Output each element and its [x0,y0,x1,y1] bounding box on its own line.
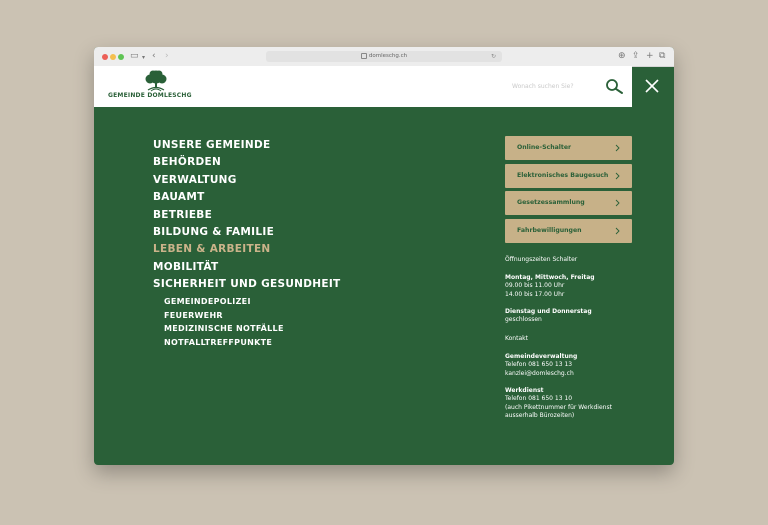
submenu-item-medizinische-notfaelle[interactable]: MEDIZINISCHE NOTFÄLLE [164,322,284,336]
works-note: ausserhalb Bürozeiten) [505,412,575,420]
submenu-item-notfalltreffpunkte[interactable]: NOTFALLTREFFPUNKTE [164,336,284,350]
menu-item-leben-arbeiten[interactable]: LEBEN & ARBEITEN [153,241,341,258]
closed-text: geschlossen [505,316,542,324]
hours-title: Öffnungszeiten Schalter [505,256,578,263]
time-afternoon: 14.00 bis 17.00 Uhr [505,290,565,298]
admin-title: Gemeindeverwaltung [505,353,578,360]
hours-closed: Dienstag und Donnerstag geschlossen [505,308,592,325]
elektronisches-baugesuch-button[interactable]: Elektronisches Baugesuch [505,163,632,188]
reload-icon[interactable]: ↻ [491,51,496,62]
works-title: Werkdienst [505,387,544,394]
quick-link-label: Fahrbewilligungen [517,226,582,234]
menu-item-betriebe[interactable]: BETRIEBE [153,207,341,224]
chevron-right-icon [615,199,620,207]
chevron-right-icon [615,172,620,179]
search-input[interactable]: Wonach suchen Sie? [512,83,574,90]
site-logo[interactable]: GEMEINDE DOMLESCHG [106,70,206,104]
quick-link-label: Elektronisches Baugesuch [517,171,609,179]
works-note: (auch Pikettnummer für Werkdienst [505,403,612,411]
submenu: GEMEINDEPOLIZEI FEUERWEHR MEDIZINISCHE N… [164,295,284,350]
menu-item-bauamt[interactable]: BAUAMT [153,189,341,206]
back-icon[interactable]: ‹ [152,50,156,62]
close-window-button[interactable] [102,54,108,60]
contact-title: Kontakt [505,335,528,342]
admin-contact: Gemeindeverwaltung Telefon 081 650 13 13… [505,353,577,378]
close-icon[interactable] [644,78,660,94]
address-bar[interactable]: domleschg.ch ↻ [266,51,502,62]
fahrbewilligungen-button[interactable]: Fahrbewilligungen [505,218,632,243]
lock-icon [360,52,367,59]
quick-link-label: Gesetzessammlung [517,199,585,206]
quick-links: Online-Schalter Elektronisches Baugesuch… [505,136,632,246]
chevron-right-icon [615,144,620,152]
admin-phone[interactable]: Telefon 081 650 13 13 [505,361,572,368]
quick-link-label: Online-Schalter [517,144,572,151]
tabs-overview-icon[interactable]: ⧉ [659,50,665,62]
gesetzessammlung-button[interactable]: Gesetzessammlung [505,191,632,215]
site-header: GEMEINDE DOMLESCHG Wonach suchen Sie? [94,66,632,107]
chevron-down-icon[interactable]: ▾ [142,52,145,64]
browser-window: ▭ ▾ ‹ › domleschg.ch ↻ ⊕ ⇪ + ⧉ GEMEINDE … [94,47,674,465]
chevron-right-icon [615,227,620,234]
forward-icon[interactable]: › [165,50,169,62]
submenu-item-feuerwehr[interactable]: FEUERWEHR [164,309,284,323]
main-menu: UNSERE GEMEINDE BEHÖRDEN VERWALTUNG BAUA… [153,137,341,294]
browser-toolbar: ▭ ▾ ‹ › domleschg.ch ↻ ⊕ ⇪ + ⧉ [94,47,674,67]
menu-item-behoerden[interactable]: BEHÖRDEN [153,154,341,171]
submenu-item-gemeindepolizei[interactable]: GEMEINDEPOLIZEI [164,295,284,309]
days-label: Dienstag und Donnerstag [505,308,592,315]
menu-item-unsere-gemeinde[interactable]: UNSERE GEMEINDE [153,137,341,154]
works-phone[interactable]: Telefon 081 650 13 10 [505,395,572,402]
menu-item-sicherheit-gesundheit[interactable]: SICHERHEIT UND GESUNDHEIT [153,276,341,293]
hours-weekdays: Montag, Mittwoch, Freitag 09.00 bis 11.0… [505,274,595,299]
menu-item-verwaltung[interactable]: VERWALTUNG [153,172,341,189]
time-morning: 09.00 bis 11.00 Uhr [505,282,565,290]
admin-email[interactable]: kanzlei@domleschg.ch [505,370,574,377]
days-label: Montag, Mittwoch, Freitag [505,274,595,281]
minimize-window-button[interactable] [110,54,116,60]
works-contact: Werkdienst Telefon 081 650 13 10 (auch P… [505,387,612,421]
share-icon[interactable]: ⇪ [632,50,640,62]
menu-item-bildung-familie[interactable]: BILDUNG & FAMILIE [153,224,341,241]
maximize-window-button[interactable] [118,54,124,60]
download-icon[interactable]: ⊕ [618,50,626,62]
tree-logo-icon [145,70,167,92]
address-url: domleschg.ch [368,53,408,59]
new-tab-icon[interactable]: + [646,50,654,62]
menu-item-mobilitaet[interactable]: MOBILITÄT [153,259,341,276]
online-schalter-button[interactable]: Online-Schalter [505,136,632,160]
sidebar-toggle-icon[interactable]: ▭ [130,50,139,62]
logo-text: GEMEINDE DOMLESCHG [108,92,192,99]
search-icon[interactable] [605,78,625,98]
